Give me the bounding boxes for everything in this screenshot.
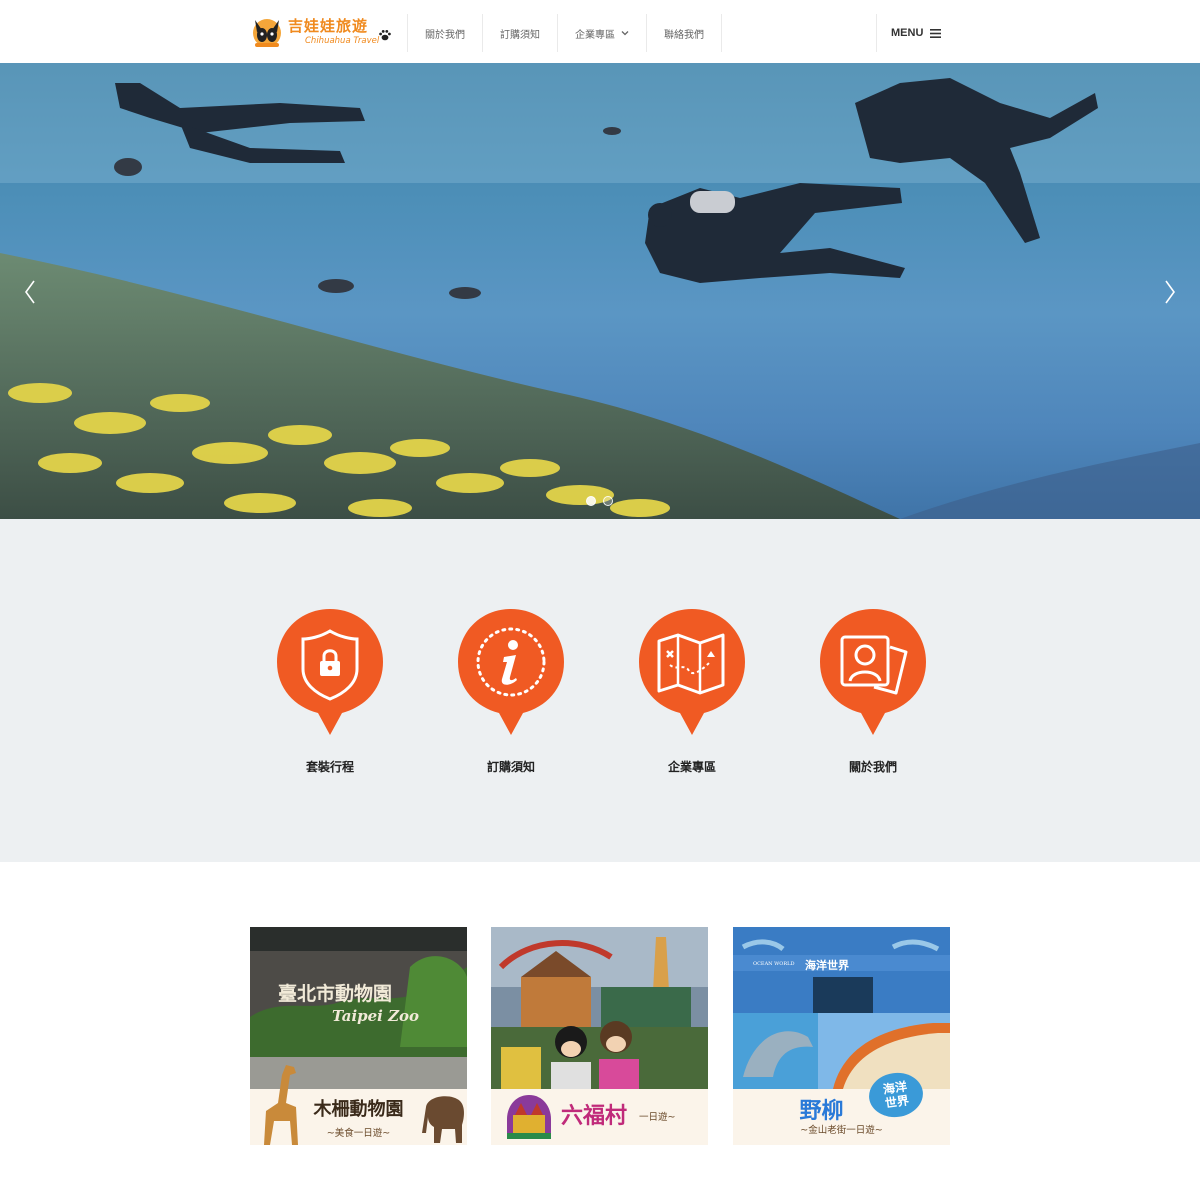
chevron-down-icon	[621, 31, 629, 36]
profile-card-icon	[820, 609, 926, 735]
menu-button[interactable]: MENU	[876, 14, 942, 52]
brand-name-en: Chihuahua Travel	[305, 36, 380, 46]
feature-label: 關於我們	[848, 760, 897, 774]
underwater-scene-image	[0, 63, 1200, 519]
nav-item-label: 聯絡我們	[664, 29, 704, 41]
info-icon	[458, 609, 564, 735]
slider-prev-button[interactable]	[20, 277, 40, 307]
main-nav: 關於我們 訂購須知 企業專區 聯絡我們	[407, 14, 722, 52]
ocean-world-sign-en: OCEAN WORLD	[753, 961, 795, 967]
nav-item-enterprise[interactable]: 企業專區	[557, 14, 646, 52]
chihuahua-logo-icon	[253, 19, 281, 47]
leofoo-village-image	[491, 927, 708, 1089]
tour-card-muzha-zoo[interactable]: 臺北市動物園 Taipei Zoo 木柵動物園 ~美食一日遊~	[250, 927, 467, 1145]
nav-item-label: 訂購須知	[500, 29, 540, 41]
tour-title-plate: 六福村 一日遊~	[491, 1089, 708, 1145]
tour-card-leofoo-village[interactable]: 六福村 一日遊~	[491, 927, 708, 1145]
feature-about[interactable]: 關於我們	[818, 607, 928, 775]
feature-packages[interactable]: 套裝行程	[275, 607, 385, 775]
feature-order-info[interactable]: 訂購須知	[456, 607, 566, 775]
paw-icon	[379, 30, 391, 41]
zoo-sign-en: Taipei Zoo	[332, 1007, 420, 1025]
tour-subtitle: 一日遊~	[639, 1112, 676, 1123]
tour-list: 臺北市動物園 Taipei Zoo 木柵動物園 ~美食一日遊~ 六福村 一日遊~…	[250, 927, 950, 1145]
feature-label: 套裝行程	[305, 760, 354, 774]
ocean-world-sign-cn: 海洋世界	[805, 959, 849, 972]
hamburger-icon	[930, 28, 942, 38]
ocean-world-image	[733, 927, 950, 1089]
zoo-sign-cn: 臺北市動物園	[278, 983, 393, 1005]
brand-logo[interactable]: 吉娃娃旅遊 Chihuahua Travel	[250, 14, 400, 50]
tour-subtitle: ~金山老街一日遊~	[800, 1125, 883, 1136]
slider-dot[interactable]	[603, 496, 613, 506]
shield-lock-icon	[277, 609, 383, 735]
slider-dot[interactable]	[586, 496, 596, 506]
menu-label: MENU	[891, 27, 924, 39]
elephant-icon	[422, 1096, 464, 1143]
tour-title-plate: 木柵動物園 ~美食一日遊~	[250, 1065, 467, 1145]
nav-item-contact[interactable]: 聯絡我們	[646, 14, 722, 52]
nav-item-label: 企業專區	[575, 29, 615, 41]
slider-next-button[interactable]	[1160, 277, 1180, 307]
site-header: 吉娃娃旅遊 Chihuahua Travel 關於我們 訂購須知 企業專區 聯絡…	[0, 0, 1200, 64]
feature-label: 企業專區	[667, 760, 716, 774]
feature-section: 套裝行程 訂購須知 企業專區 關於我們	[0, 519, 1200, 862]
tour-card-yehliu[interactable]: 海洋世界 OCEAN WORLD 野柳 ~金山老街一日遊~ 海洋 世界	[733, 927, 950, 1145]
nav-item-about[interactable]: 關於我們	[407, 14, 482, 52]
nav-item-label: 關於我們	[425, 29, 465, 41]
hero-slider	[0, 63, 1200, 519]
slider-dots	[586, 496, 613, 506]
nav-item-order-info[interactable]: 訂購須知	[482, 14, 557, 52]
castle-icon	[507, 1095, 551, 1139]
ocean-world-badge-text: 海洋 世界	[882, 1079, 910, 1111]
brand-name-cn: 吉娃娃旅遊	[288, 17, 369, 35]
feature-enterprise[interactable]: 企業專區	[637, 607, 747, 775]
feature-label: 訂購須知	[486, 760, 535, 774]
map-icon	[639, 609, 745, 735]
